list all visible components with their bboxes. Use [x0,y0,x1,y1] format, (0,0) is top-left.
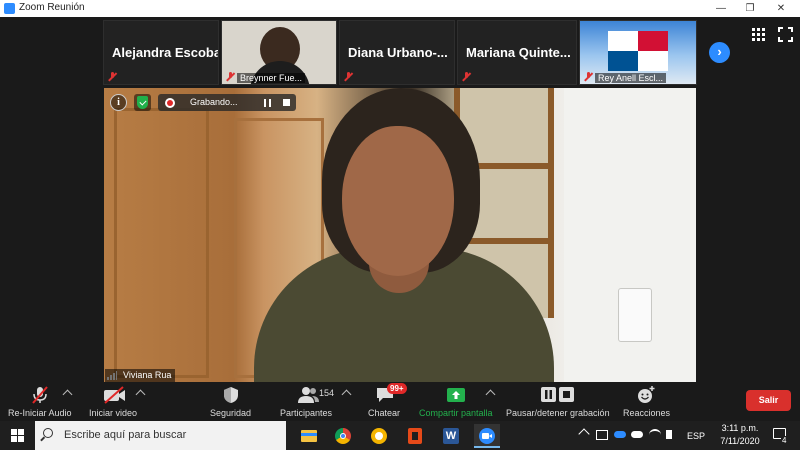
participants-label: Participantes [280,408,333,418]
participant-name: Breynner Fue... [237,73,306,83]
cloud-icon[interactable] [631,431,643,438]
chat-unread-badge: 99+ [387,383,407,394]
record-control-label: Pausar/detener grabación [506,408,610,418]
reactions-label: Reacciones [623,408,671,418]
zoom-app-icon [4,3,15,14]
video-background-door [114,108,209,378]
participant-name: Diana Urbano-... [348,45,448,60]
active-speaker-video [104,88,696,382]
pause-stop-recording-icon [541,387,574,402]
audio-label: Re-Iniciar Audio [8,408,72,418]
share-screen-button[interactable]: Compartir pantalla [417,382,497,422]
meeting-info-icon[interactable]: i [110,94,127,111]
share-screen-label: Compartir pantalla [419,408,493,418]
participant-tile-breynner[interactable]: Breynner Fue... [221,20,337,85]
mic-muted-icon [344,72,353,81]
video-button[interactable]: Iniciar video [86,382,146,422]
clock-date[interactable]: 7/11/2020 [717,436,763,446]
close-button[interactable]: ✕ [766,0,796,17]
mic-muted-icon [226,72,235,81]
notification-count: 4 [781,436,788,445]
chat-label: Chatear [368,408,401,418]
participants-icon [298,387,319,403]
chevron-right-icon: › [717,44,722,59]
participants-count: 154 [319,388,335,398]
volume-icon[interactable] [666,430,672,439]
leave-meeting-button[interactable]: Salir [746,390,791,411]
video-light-switch [618,288,652,342]
recording-dot-icon [165,98,175,108]
language-indicator[interactable]: ESP [687,431,705,441]
browser-app-icon[interactable] [366,424,392,448]
title-bar: Zoom Reunión — ❐ ✕ [0,0,800,17]
meeting-toolbar: Re-Iniciar Audio Iniciar video Seguridad… [0,382,800,422]
next-page-button[interactable]: › [709,42,730,63]
taskbar-search-box[interactable]: Escribe aquí para buscar [35,421,286,450]
share-screen-icon [447,388,465,402]
fullscreen-icon[interactable] [777,26,794,43]
encryption-shield-icon[interactable] [134,94,151,111]
wifi-icon[interactable] [649,429,661,441]
video-off-icon [104,386,125,404]
speaker-face [342,126,454,276]
reactions-icon [638,386,655,403]
shield-icon [224,387,238,403]
chrome-icon[interactable] [330,424,356,448]
search-placeholder: Escribe aquí para buscar [64,429,187,441]
security-label: Seguridad [210,408,252,418]
chat-button[interactable]: 99+ Chatear [366,382,408,422]
mic-muted-icon [32,386,48,404]
windows-start-icon[interactable] [11,429,24,442]
zoom-taskbar-icon[interactable] [474,424,500,448]
recording-indicator: Grabando... [158,94,296,111]
participant-tile-diana[interactable]: Diana Urbano-... [339,20,455,85]
tray-device-icon[interactable] [596,430,608,440]
mic-muted-icon [462,72,471,81]
participant-name: Mariana Quinte... [466,45,571,60]
participants-button[interactable]: 154 Participantes [278,382,340,422]
recording-label: Grabando... [190,97,238,107]
mic-muted-icon [108,72,117,81]
onedrive-cloud-icon[interactable] [614,431,626,438]
participant-tile-mariana[interactable]: Mariana Quinte... [457,20,577,85]
word-icon[interactable]: W [438,424,464,448]
office-icon[interactable] [402,424,428,448]
mic-muted-icon [584,72,593,81]
speaker-name-label: Viviana Rua [105,369,176,382]
record-control-button[interactable]: Pausar/detener grabación [503,382,613,422]
participant-tile-alejandra[interactable]: Alejandra Escobar [103,20,219,85]
gallery-view-icon[interactable] [752,28,766,42]
reactions-button[interactable]: Reacciones [620,382,672,422]
maximize-button[interactable]: ❐ [735,0,765,17]
stop-recording-icon[interactable] [283,99,290,106]
panama-flag-image [608,31,668,71]
clock-time[interactable]: 3:11 p.m. [717,423,763,433]
window-title: Zoom Reunión [19,2,85,13]
pause-recording-icon[interactable] [264,99,271,107]
participant-name: Rey Anell Escl... [595,73,667,83]
participants-options-caret-icon[interactable] [341,389,352,400]
participant-name: Alejandra Escobar [112,45,219,60]
participant-tile-rey[interactable]: Rey Anell Escl... [579,20,697,85]
search-icon [43,428,53,438]
minimize-button[interactable]: — [706,0,736,17]
audio-button[interactable]: Re-Iniciar Audio [0,382,80,422]
security-button[interactable]: Seguridad [204,382,259,422]
file-explorer-icon[interactable] [296,424,322,448]
video-label: Iniciar video [89,408,138,418]
